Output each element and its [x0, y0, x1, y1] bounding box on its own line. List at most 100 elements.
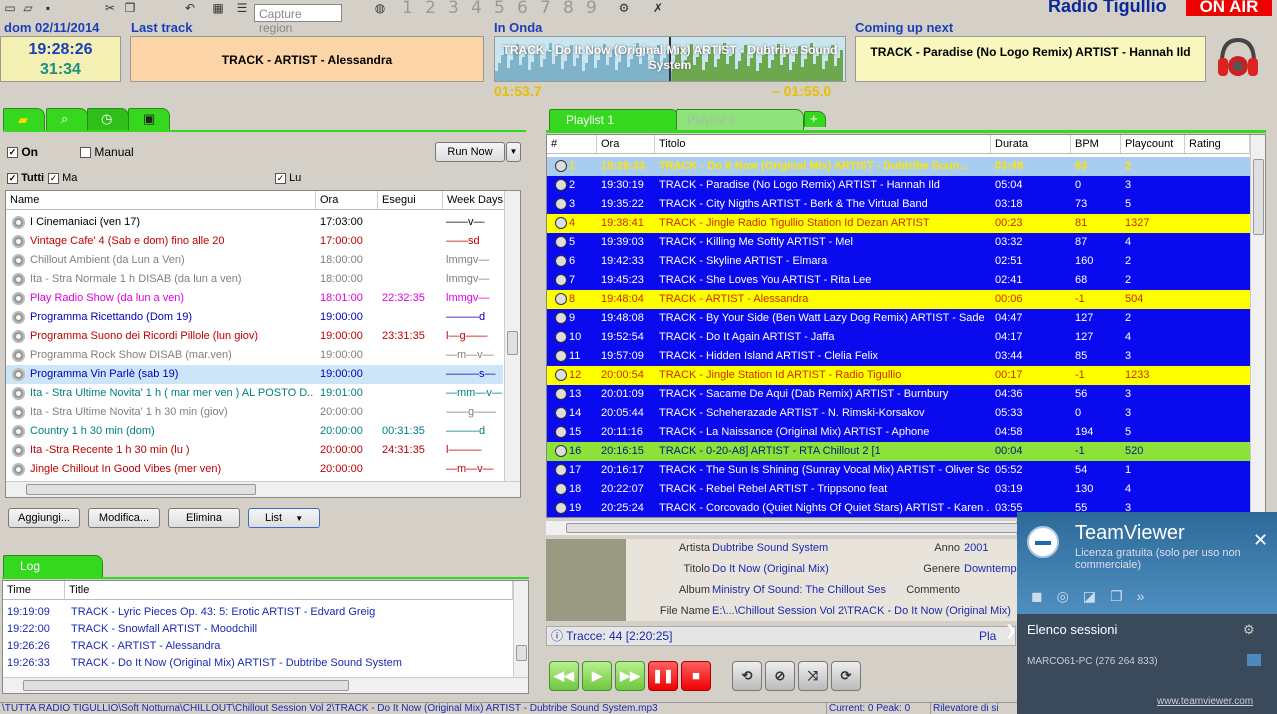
schedule-row[interactable]: Ita - Stra Ultime Novita' 1 h ( mar mer …	[6, 384, 503, 403]
grid-icon[interactable]: ▦	[210, 1, 226, 15]
filter-lu[interactable]: ✓ Lu	[275, 172, 301, 184]
filter-all[interactable]: ✓ Tutti	[7, 172, 44, 184]
playlist-row[interactable]: 8 19:48:04 TRACK - ARTIST - Alessandra 00:0…	[547, 290, 1250, 309]
schedule-row[interactable]: Jingle Chillout In Good Vibes (mer ven) 2…	[6, 460, 503, 479]
edit-button[interactable]: Modifica...	[88, 508, 160, 528]
playlist-vscrollbar[interactable]	[1250, 135, 1265, 517]
tab-playlist-1[interactable]: Playlist 1	[549, 109, 679, 131]
add-button[interactable]: Aggiungi...	[8, 508, 80, 528]
col-ora[interactable]: Ora	[597, 135, 655, 154]
playlist-row[interactable]: 15 20:11:16 TRACK - La Naissance (Original…	[547, 423, 1250, 442]
playlist-row[interactable]: 11 19:57:09 TRACK - Hidden Island ARTIST -…	[547, 347, 1250, 366]
col-esegui[interactable]: Esegui	[378, 191, 443, 210]
schedule-row[interactable]: Programma Ricettando (Dom 19) 19:00:00 ———…	[6, 308, 503, 327]
scroll-thumb[interactable]	[1253, 159, 1264, 235]
tab-cartwall[interactable]: ▣	[128, 108, 170, 130]
playlist-row[interactable]: 2 19:30:19 TRACK - Paradise (No Logo Remix…	[547, 176, 1250, 195]
globe-icon[interactable]: ◍	[372, 1, 388, 15]
playlist-row[interactable]: 1 19:26:33 TRACK - Do It Now (Original Mix…	[547, 157, 1250, 176]
schedule-row[interactable]: Vintage Cafe' 4 (Sab e dom) fino alle 20…	[6, 232, 503, 251]
manual-checkbox[interactable]: Manual	[80, 145, 134, 159]
schedule-row[interactable]: Ita - Stra Ultime Novita' 1 h 30 min (gi…	[6, 403, 503, 422]
log-hscrollbar[interactable]	[3, 677, 528, 693]
preset-4[interactable]: 4	[471, 0, 482, 18]
playlist-row[interactable]: 13 20:01:09 TRACK - Sacame De Aqui (Dab Re…	[547, 385, 1250, 404]
playlist-row[interactable]: 10 19:52:54 TRACK - Do It Again ARTIST - J…	[547, 328, 1250, 347]
save-icon[interactable]: ▪	[40, 1, 56, 15]
list-button[interactable]: List ▼	[248, 508, 320, 528]
col-title[interactable]: Title	[65, 581, 513, 600]
playlist-row[interactable]: 17 20:16:17 TRACK - The Sun Is Shining (Su…	[547, 461, 1250, 480]
playlist-row[interactable]: 6 19:42:33 TRACK - Skyline ARTIST - Elmara…	[547, 252, 1250, 271]
preset-9[interactable]: 9	[586, 0, 597, 18]
col-week-days[interactable]: Week Days	[443, 191, 505, 210]
stop-button[interactable]: ■	[681, 661, 711, 691]
scroll-thumb[interactable]	[516, 645, 527, 661]
schedule-row[interactable]: Programma Rock Show DISAB (mar.ven) 19:00…	[6, 346, 503, 365]
add-playlist-button[interactable]: +	[804, 111, 826, 127]
run-now-button[interactable]: Run Now	[435, 142, 505, 162]
col-titolo[interactable]: Titolo	[655, 135, 991, 154]
repeat-one-button[interactable]: ⟲	[732, 661, 762, 691]
col-rating[interactable]: Rating	[1185, 135, 1250, 154]
on-checkbox[interactable]: ✓ On	[7, 145, 38, 159]
teamviewer-actions[interactable]: ◼◎◪❐»	[1031, 588, 1158, 605]
fast-forward-button[interactable]: ▶▶	[615, 661, 645, 691]
teamviewer-link[interactable]: www.teamviewer.com	[1157, 696, 1253, 707]
waveform-display[interactable]: TRACK - Do It Now (Original Mix) ARTIST …	[494, 36, 846, 82]
delete-button[interactable]: Elimina	[168, 508, 240, 528]
col-number[interactable]: #	[547, 135, 597, 154]
playlist-row[interactable]: 18 20:22:07 TRACK - Rebel Rebel ARTIST - T…	[547, 480, 1250, 499]
schedule-row[interactable]: Programma Vin Parlè (sab 19) 19:00:00 ———s…	[6, 365, 503, 384]
col-durata[interactable]: Durata	[991, 135, 1071, 154]
playlist-row[interactable]: 9 19:48:08 TRACK - By Your Side (Ben Watt …	[547, 309, 1250, 328]
schedule-row[interactable]: Chillout Ambient (da Lun a Ven) 18:00:00 l…	[6, 251, 503, 270]
col-ora[interactable]: Ora	[316, 191, 378, 210]
repeat-button[interactable]: ⟳	[831, 661, 861, 691]
scroll-thumb[interactable]	[26, 484, 256, 495]
schedule-row[interactable]: Ita - Stra Normale 1 h DISAB (da lun a v…	[6, 270, 503, 289]
cut-icon[interactable]: ✂	[102, 1, 118, 15]
tools-icon[interactable]: ✗	[650, 1, 666, 15]
playlist-row[interactable]: 14 20:05:44 TRACK - Scheherazade ARTIST - …	[547, 404, 1250, 423]
close-icon[interactable]: ✕	[1253, 530, 1268, 551]
playlist-row[interactable]: 5 19:39:03 TRACK - Killing Me Softly ARTIS…	[547, 233, 1250, 252]
preset-7[interactable]: 7	[540, 0, 551, 18]
scroll-thumb[interactable]	[23, 680, 349, 691]
tab-schedule[interactable]: ◷	[87, 108, 129, 130]
col-playcount[interactable]: Playcount	[1121, 135, 1185, 154]
undo-icon[interactable]: ↶	[182, 1, 198, 15]
tab-search[interactable]: ⌕	[46, 108, 88, 130]
gear-icon[interactable]: ⚙	[616, 1, 632, 15]
open-folder-icon[interactable]: ▱	[20, 1, 36, 15]
schedule-vscrollbar[interactable]	[504, 191, 520, 481]
tab-files[interactable]: ▰	[3, 108, 45, 130]
preset-1[interactable]: 1	[402, 0, 413, 18]
play-button[interactable]: ▶	[582, 661, 612, 691]
col-bpm[interactable]: BPM	[1071, 135, 1121, 154]
tab-log[interactable]: Log	[3, 555, 103, 577]
playlist-row[interactable]: 3 19:35:22 TRACK - City Nigths ARTIST - Be…	[547, 195, 1250, 214]
schedule-row[interactable]: Ita -Stra Recente 1 h 30 min (lu ) 20:00:…	[6, 441, 503, 460]
schedule-row[interactable]: Programma Suono dei Ricordi Pillole (lun…	[6, 327, 503, 346]
playlist-row[interactable]: 12 20:00:54 TRACK - Jingle Station Id ARTI…	[547, 366, 1250, 385]
schedule-row[interactable]: Country 1 h 30 min (dom) 20:00:00 00:31:35…	[6, 422, 503, 441]
pause-button[interactable]: ❚❚	[648, 661, 678, 691]
playlist-row[interactable]: 16 20:16:15 TRACK - 0-20-A8] ARTIST - RTA …	[547, 442, 1250, 461]
copy-icon[interactable]: ❐	[122, 1, 138, 15]
playlist-row[interactable]: 4 19:38:41 TRACK - Jingle Radio Tigullio S…	[547, 214, 1250, 233]
schedule-row[interactable]: Play Radio Show (da lun a ven) 18:01:00 22…	[6, 289, 503, 308]
playlist-hscrollbar[interactable]	[546, 520, 1106, 535]
filter-ma[interactable]: ✓ Ma	[48, 172, 77, 184]
rewind-button[interactable]: ◀◀	[549, 661, 579, 691]
shuffle-button[interactable]: ⤨	[798, 661, 828, 691]
log-row[interactable]: 19:26:33 TRACK - Do It Now (Original Mix)…	[3, 654, 511, 673]
preset-3[interactable]: 3	[448, 0, 459, 18]
preset-5[interactable]: 5	[494, 0, 505, 18]
col-time[interactable]: Time	[3, 581, 65, 600]
scroll-thumb[interactable]	[507, 331, 518, 355]
tab-playlist-2[interactable]: Playlist 2	[676, 109, 804, 131]
computer-item[interactable]: MARCO61-PC (276 264 833)	[1027, 656, 1158, 667]
schedule-row[interactable]: I Cinemaniaci (ven 17) 17:03:00 ——v—	[6, 213, 503, 232]
preset-8[interactable]: 8	[563, 0, 574, 18]
